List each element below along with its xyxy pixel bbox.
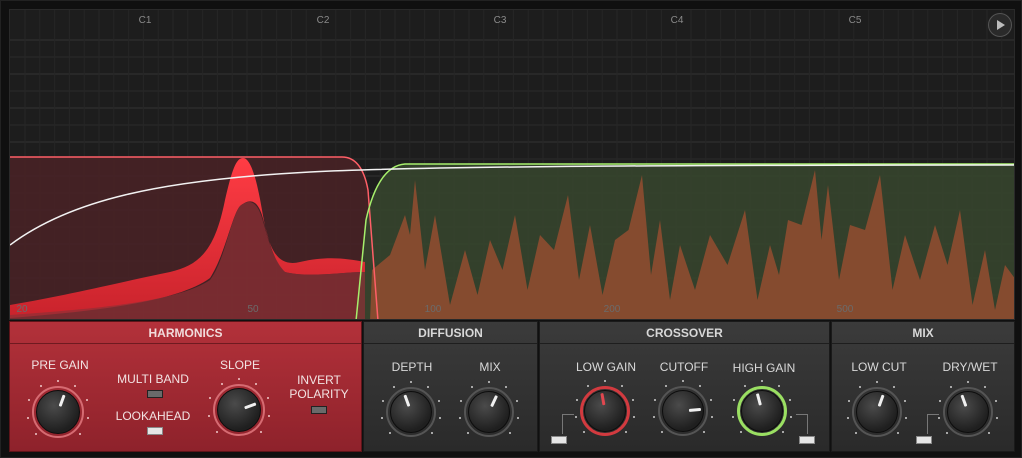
lookahead-toggle[interactable] <box>147 427 163 435</box>
harmonics-title: HARMONICS <box>10 322 361 344</box>
slope-knob[interactable] <box>203 374 275 446</box>
freq-label: 100 <box>424 304 442 315</box>
low-gain-knob[interactable] <box>570 376 640 446</box>
freq-label: 50 <box>247 304 259 315</box>
low-gain-label: LOW GAIN <box>575 360 637 374</box>
knob-body <box>468 391 510 433</box>
high-solo-toggle[interactable] <box>799 436 815 444</box>
knob-indicator <box>244 402 257 410</box>
knob-body <box>217 388 261 432</box>
knob-body <box>662 390 704 432</box>
mix-title: MIX <box>832 322 1014 344</box>
polarity-label: POLARITY <box>289 387 349 401</box>
mix-label: MIX <box>479 360 501 374</box>
knob-body <box>390 391 432 433</box>
note-label: C1 <box>138 15 152 26</box>
cutoff-label: CUTOFF <box>659 360 709 374</box>
knob-body <box>741 390 783 432</box>
depth-label: DEPTH <box>391 360 433 374</box>
crossover-title: CROSSOVER <box>540 322 829 344</box>
knob-indicator <box>755 393 762 406</box>
plugin-window: C1 C2 C3 C4 C5 20 50 100 200 500 HARMONI… <box>0 0 1022 458</box>
knob-indicator <box>58 394 66 407</box>
note-label: C2 <box>316 15 330 26</box>
note-label: C5 <box>848 15 862 26</box>
knob-indicator <box>688 407 702 412</box>
knob-indicator <box>600 393 606 406</box>
knob-body <box>856 391 898 433</box>
invert-polarity-toggle[interactable] <box>311 406 327 414</box>
diffusion-title: DIFFUSION <box>364 322 537 344</box>
knob-body <box>947 391 989 433</box>
cutoff-knob[interactable] <box>648 376 718 446</box>
knob-body <box>36 390 80 434</box>
pre-gain-knob[interactable] <box>22 376 94 448</box>
mix-toggle[interactable] <box>916 436 932 444</box>
note-label: C3 <box>493 15 507 26</box>
freq-label: 20 <box>16 304 28 315</box>
low-solo-toggle[interactable] <box>551 436 567 444</box>
spectrum-display[interactable]: C1 C2 C3 C4 C5 20 50 100 200 500 <box>9 9 1015 320</box>
note-label: C4 <box>670 15 684 26</box>
slope-label: SLOPE <box>219 358 261 372</box>
pre-gain-label: PRE GAIN <box>31 358 89 372</box>
knob-indicator <box>403 394 411 407</box>
invert-label: INVERT <box>297 373 341 387</box>
high-gain-knob[interactable] <box>727 376 797 446</box>
spectrum-graph <box>10 10 1014 319</box>
multi-band-toggle[interactable] <box>147 390 163 398</box>
knob-indicator <box>960 394 968 407</box>
depth-knob[interactable] <box>376 377 446 447</box>
diffusion-mix-knob[interactable] <box>454 377 524 447</box>
multi-band-label: MULTI BAND <box>117 372 189 386</box>
high-gain-label: HIGH GAIN <box>732 361 796 375</box>
high-bracket <box>796 414 808 434</box>
lookahead-label: LOOKAHEAD <box>115 409 191 423</box>
dry-wet-knob[interactable] <box>933 377 1003 447</box>
knob-indicator <box>877 394 885 407</box>
knob-body <box>584 390 626 432</box>
knob-indicator <box>490 395 498 408</box>
freq-label: 200 <box>603 304 621 315</box>
freq-label: 500 <box>836 304 854 315</box>
play-button[interactable] <box>988 13 1012 37</box>
play-icon <box>997 20 1005 30</box>
low-cut-knob[interactable] <box>842 377 912 447</box>
dry-wet-label: DRY/WET <box>942 360 998 374</box>
low-cut-label: LOW CUT <box>851 360 907 374</box>
